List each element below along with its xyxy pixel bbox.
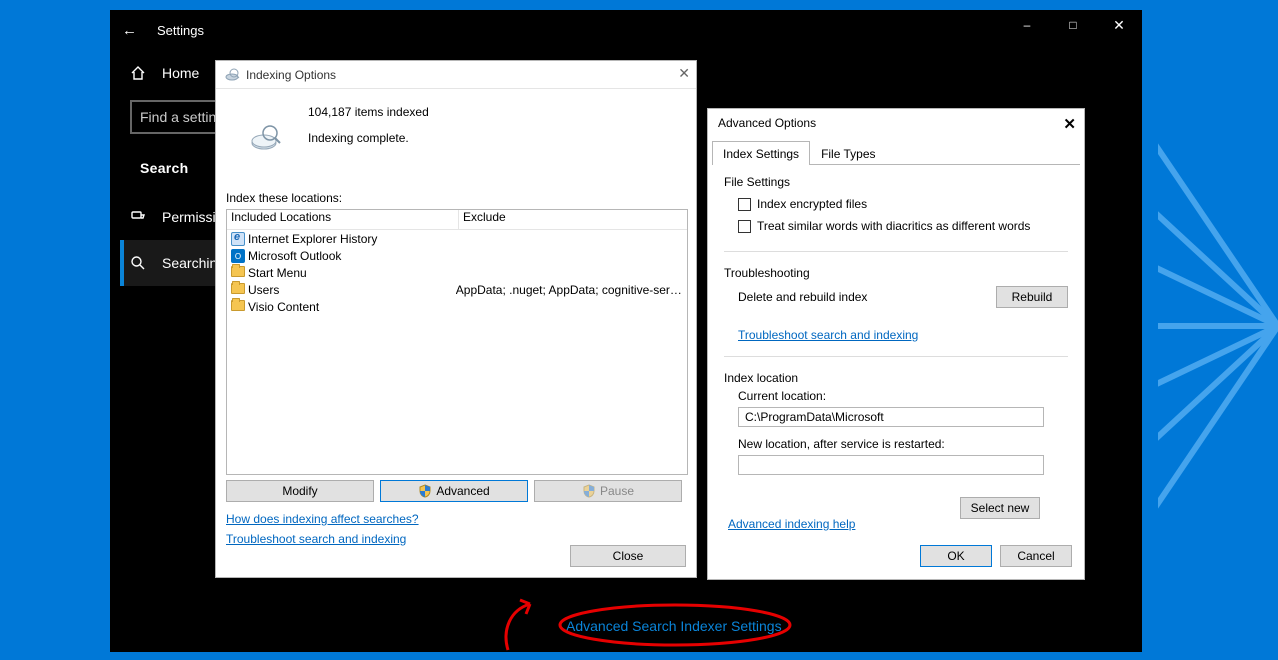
ie-icon bbox=[231, 232, 246, 245]
location-name: Users bbox=[248, 283, 456, 297]
current-location-field[interactable]: C:\ProgramData\Microsoft bbox=[738, 407, 1044, 427]
col-included: Included Locations bbox=[227, 210, 459, 229]
search-windows-icon bbox=[130, 255, 146, 271]
checkbox-icon bbox=[738, 198, 751, 211]
table-row[interactable]: Start Menu bbox=[227, 264, 687, 281]
advanced-indexer-link[interactable]: Advanced Search Indexer Settings bbox=[566, 618, 782, 634]
table-row[interactable]: UsersAppData; .nuget; AppData; cognitive… bbox=[227, 281, 687, 298]
encrypted-checkbox[interactable]: Index encrypted files bbox=[738, 193, 1068, 215]
ok-button[interactable]: OK bbox=[920, 545, 992, 567]
location-name: Internet Explorer History bbox=[248, 232, 474, 246]
table-row[interactable]: Internet Explorer History bbox=[227, 230, 687, 247]
delete-rebuild-label: Delete and rebuild index bbox=[738, 290, 867, 304]
location-name: Microsoft Outlook bbox=[248, 249, 474, 263]
close-button[interactable]: Close bbox=[570, 545, 686, 567]
file-settings-label: File Settings bbox=[724, 175, 1068, 189]
desktop-background bbox=[1158, 0, 1278, 652]
home-icon bbox=[130, 65, 146, 81]
folder-icon bbox=[231, 266, 246, 279]
rebuild-button[interactable]: Rebuild bbox=[996, 286, 1068, 308]
back-button[interactable]: ← bbox=[122, 22, 137, 39]
pause-button: Pause bbox=[534, 480, 682, 502]
diacritics-checkbox[interactable]: Treat similar words with diacritics as d… bbox=[738, 215, 1068, 237]
close-icon[interactable]: ✕ bbox=[678, 65, 690, 82]
indexing-dialog-icon bbox=[224, 67, 240, 83]
select-new-button[interactable]: Select new bbox=[960, 497, 1040, 519]
close-window-button[interactable]: ✕ bbox=[1096, 10, 1142, 40]
new-location-label: New location, after service is restarted… bbox=[738, 437, 1068, 451]
advanced-button[interactable]: Advanced bbox=[380, 480, 528, 502]
dialog-title: Advanced Options bbox=[718, 116, 816, 130]
indexed-count: 104,187 items indexed bbox=[308, 105, 429, 119]
diacritics-label: Treat similar words with diacritics as d… bbox=[757, 219, 1030, 233]
indexing-status: Indexing complete. bbox=[308, 131, 409, 145]
folder-icon bbox=[231, 300, 246, 313]
dialog-titlebar: Indexing Options ✕ bbox=[216, 61, 696, 89]
permissions-icon bbox=[130, 209, 146, 225]
modify-button[interactable]: Modify bbox=[226, 480, 374, 502]
advanced-options-dialog: Advanced Options ✕ Index Settings File T… bbox=[707, 108, 1085, 580]
locations-label: Index these locations: bbox=[226, 191, 342, 205]
search-placeholder: Find a setting bbox=[140, 109, 224, 125]
list-header: Included Locations Exclude bbox=[227, 210, 687, 230]
tab-file-types[interactable]: File Types bbox=[810, 141, 886, 165]
advanced-help-link[interactable]: Advanced indexing help bbox=[728, 517, 855, 531]
troubleshoot-link[interactable]: Troubleshoot search and indexing bbox=[738, 328, 918, 342]
titlebar: ← Settings – □ ✕ bbox=[110, 10, 1142, 50]
table-row[interactable]: OMicrosoft Outlook bbox=[227, 247, 687, 264]
shield-icon bbox=[582, 484, 596, 498]
folder-icon bbox=[231, 283, 246, 296]
indexing-affect-link[interactable]: How does indexing affect searches? bbox=[226, 512, 419, 526]
locations-list[interactable]: Included Locations Exclude Internet Expl… bbox=[226, 209, 688, 475]
drive-search-icon bbox=[250, 121, 282, 153]
current-location-label: Current location: bbox=[738, 389, 1068, 403]
location-name: Start Menu bbox=[248, 266, 474, 280]
dialog-titlebar: Advanced Options ✕ bbox=[708, 109, 1084, 137]
location-name: Visio Content bbox=[248, 300, 474, 314]
exclude-value: AppData; .nuget; AppData; cognitive-serv… bbox=[456, 283, 687, 297]
minimize-button[interactable]: – bbox=[1004, 10, 1050, 40]
dialog-title: Indexing Options bbox=[246, 68, 336, 82]
window-title: Settings bbox=[157, 23, 204, 38]
col-exclude: Exclude bbox=[459, 210, 506, 229]
maximize-button[interactable]: □ bbox=[1050, 10, 1096, 40]
table-row[interactable]: Visio Content bbox=[227, 298, 687, 315]
indexing-options-dialog: Indexing Options ✕ 104,187 items indexed… bbox=[215, 60, 697, 578]
close-icon[interactable]: ✕ bbox=[1063, 115, 1076, 133]
new-location-field[interactable] bbox=[738, 455, 1044, 475]
tab-strip: Index Settings File Types bbox=[712, 141, 1080, 165]
home-label: Home bbox=[162, 65, 199, 81]
encrypted-label: Index encrypted files bbox=[757, 197, 867, 211]
shield-icon bbox=[418, 484, 432, 498]
tab-index-settings[interactable]: Index Settings bbox=[712, 141, 810, 165]
cancel-button[interactable]: Cancel bbox=[1000, 545, 1072, 567]
outlook-icon: O bbox=[231, 249, 246, 262]
index-location-label: Index location bbox=[724, 371, 1068, 385]
troubleshooting-label: Troubleshooting bbox=[724, 266, 1068, 280]
checkbox-icon bbox=[738, 220, 751, 233]
troubleshoot-link[interactable]: Troubleshoot search and indexing bbox=[226, 532, 406, 546]
